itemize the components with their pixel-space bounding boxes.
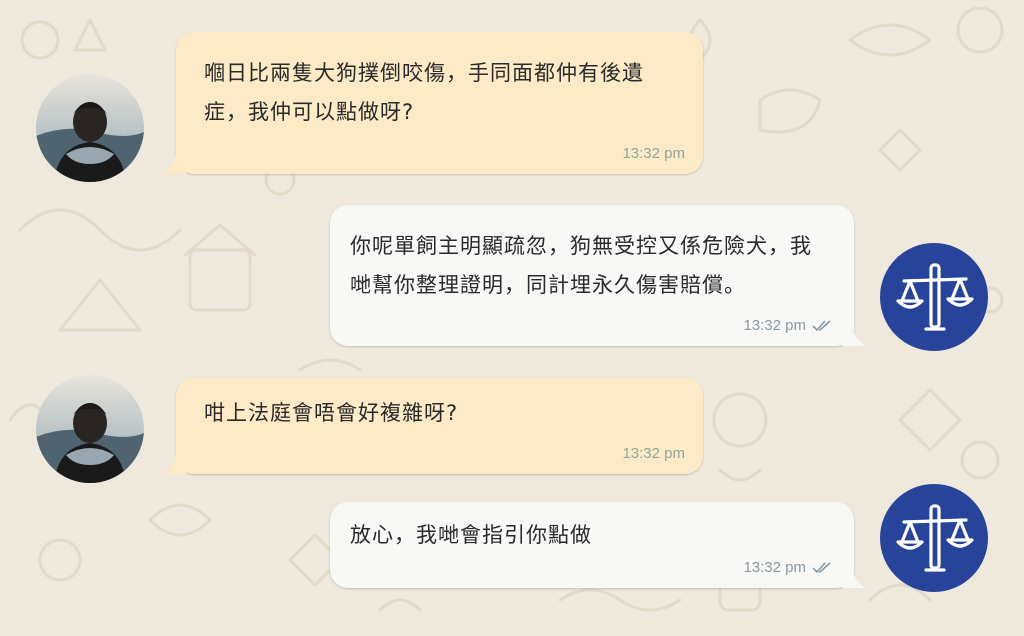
user-avatar[interactable] bbox=[36, 74, 144, 182]
message-meta: 13:32 pm bbox=[622, 445, 685, 462]
bubble-tail bbox=[162, 150, 186, 174]
message-timestamp: 13:32 pm bbox=[622, 145, 685, 162]
bubble-tail bbox=[842, 322, 866, 346]
lawyer-avatar[interactable] bbox=[880, 243, 988, 351]
message-text: 你呢單飼主明顯疏忽，狗無受控又係危險犬，我哋幫你整理證明，同計埋永久傷害賠償。 bbox=[350, 234, 812, 297]
double-check-icon bbox=[812, 561, 831, 573]
message-text: 放心，我哋會指引你點做 bbox=[350, 523, 592, 547]
message-timestamp: 13:32 pm bbox=[743, 559, 806, 576]
lawyer-avatar[interactable] bbox=[880, 484, 988, 592]
message-meta: 13:32 pm bbox=[743, 317, 832, 334]
message-timestamp: 13:32 pm bbox=[743, 317, 806, 334]
double-check-icon bbox=[812, 319, 831, 331]
message-text: 咁上法庭會唔會好複雜呀? bbox=[204, 401, 459, 425]
scales-of-justice-icon bbox=[896, 504, 974, 572]
user-photo-icon bbox=[36, 375, 144, 483]
message-timestamp: 13:32 pm bbox=[622, 445, 685, 462]
scales-of-justice-icon bbox=[896, 263, 974, 331]
message-meta: 13:32 pm bbox=[622, 145, 685, 162]
message-meta: 13:32 pm bbox=[743, 559, 832, 576]
message-text: 嗰日比兩隻大狗撲倒咬傷，手同面都仲有後遺症，我仲可以點做呀? bbox=[204, 61, 644, 124]
message-bubble-incoming[interactable]: 嗰日比兩隻大狗撲倒咬傷，手同面都仲有後遺症，我仲可以點做呀? 13:32 pm bbox=[176, 32, 703, 174]
message-bubble-incoming[interactable]: 咁上法庭會唔會好複雜呀? 13:32 pm bbox=[176, 378, 703, 474]
user-avatar[interactable] bbox=[36, 375, 144, 483]
message-bubble-outgoing[interactable]: 放心，我哋會指引你點做 13:32 pm bbox=[330, 502, 854, 588]
message-bubble-outgoing[interactable]: 你呢單飼主明顯疏忽，狗無受控又係危險犬，我哋幫你整理證明，同計埋永久傷害賠償。 … bbox=[330, 205, 854, 346]
bubble-tail bbox=[842, 564, 866, 588]
user-photo-icon bbox=[36, 74, 144, 182]
bubble-tail bbox=[162, 450, 186, 474]
